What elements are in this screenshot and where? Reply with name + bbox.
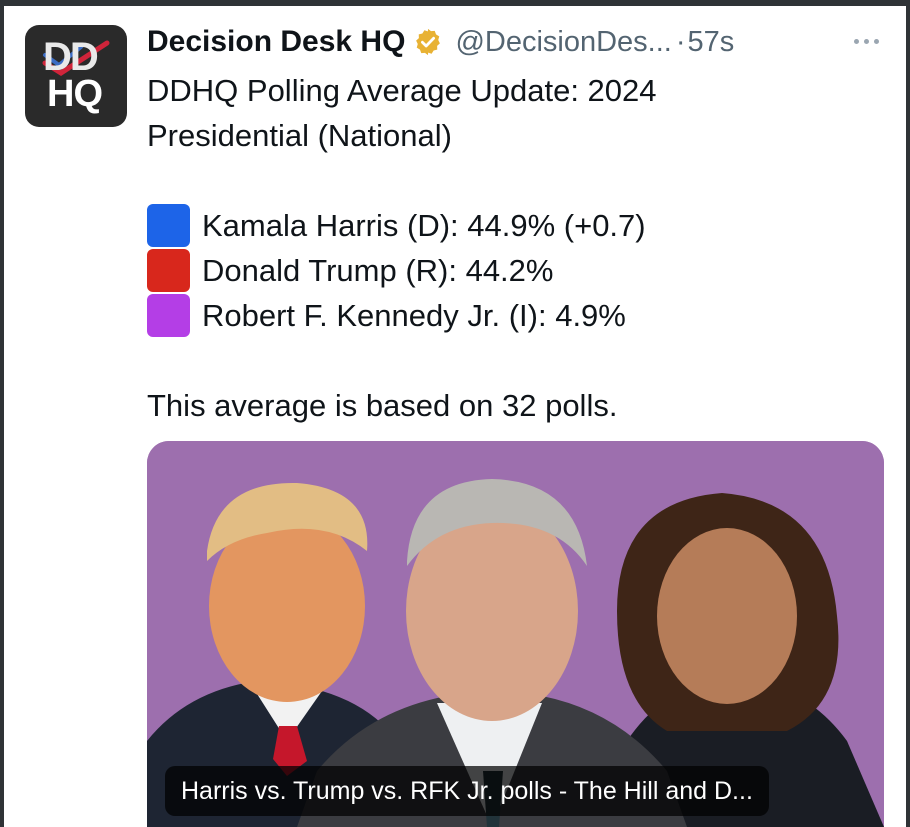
red-square-icon: [147, 249, 190, 292]
candidate-line-trump: Donald Trump (R): 44.2%: [147, 248, 887, 293]
candidate-label: Kamala Harris (D): 44.9% (+0.7): [202, 208, 646, 243]
verified-badge-icon[interactable]: [413, 27, 443, 57]
tweet-text: DDHQ Polling Average Update: 2024 Presid…: [147, 68, 887, 428]
more-dot-icon: [873, 38, 879, 44]
more-options-button[interactable]: [846, 26, 886, 56]
window-left-border: [0, 0, 4, 827]
candidate-label: Robert F. Kennedy Jr. (I): 4.9%: [202, 298, 626, 333]
tweet-title-line: DDHQ Polling Average Update: 2024: [147, 73, 657, 108]
link-card-caption[interactable]: Harris vs. Trump vs. RFK Jr. polls - The…: [165, 766, 769, 816]
purple-square-icon: [147, 294, 190, 337]
tweet-footer-line: This average is based on 32 polls.: [147, 388, 618, 423]
header-separator: ·: [675, 25, 686, 58]
more-dot-icon: [863, 38, 869, 44]
top-gap: [4, 6, 906, 10]
avatar-logo-bottom: HQ: [47, 73, 103, 115]
candidate-line-harris: Kamala Harris (D): 44.9% (+0.7): [147, 203, 887, 248]
tweet-header: Decision Desk HQ @DecisionDes... · 57s: [147, 20, 734, 64]
author-name[interactable]: Decision Desk HQ: [147, 25, 405, 59]
blue-square-icon: [147, 204, 190, 247]
window-right-border: [906, 0, 910, 827]
candidate-line-kennedy: Robert F. Kennedy Jr. (I): 4.9%: [147, 293, 887, 338]
tweet-title-line: Presidential (National): [147, 118, 452, 153]
candidate-label: Donald Trump (R): 44.2%: [202, 253, 554, 288]
author-avatar[interactable]: DD HQ: [25, 25, 127, 127]
author-handle[interactable]: @DecisionDes...: [455, 26, 671, 59]
tweet-timestamp[interactable]: 57s: [688, 26, 735, 59]
more-dot-icon: [853, 38, 859, 44]
